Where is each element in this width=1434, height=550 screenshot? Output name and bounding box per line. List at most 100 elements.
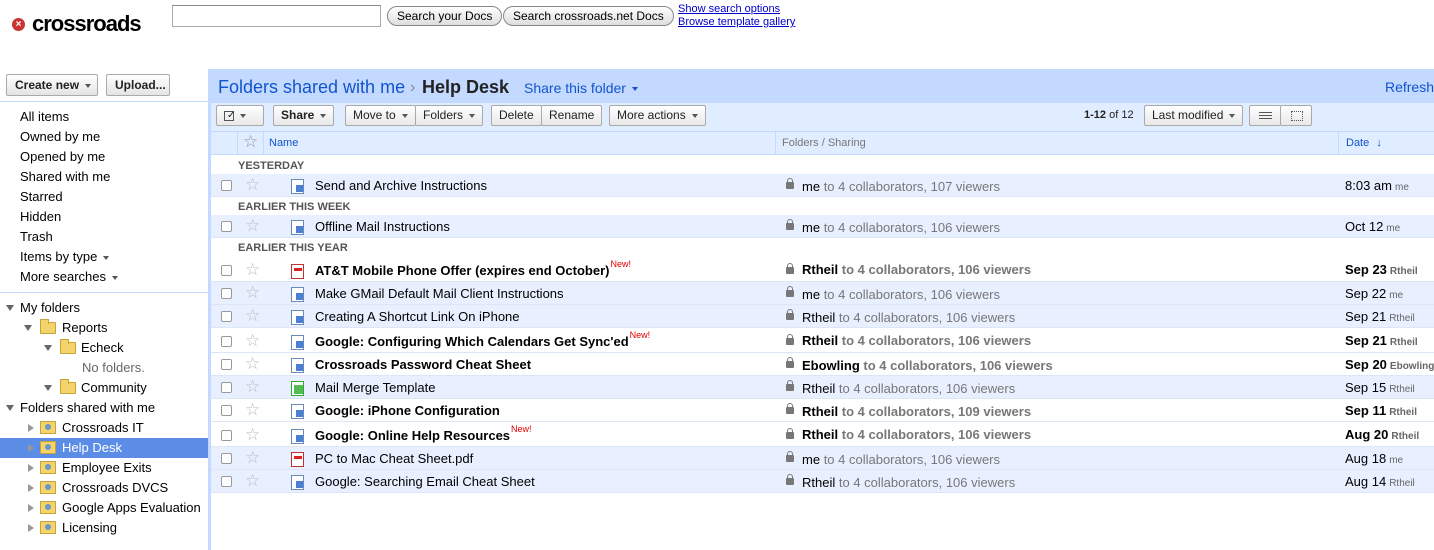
expand-triangle-icon[interactable]: [6, 405, 14, 411]
sort-order-button[interactable]: Last modified: [1144, 105, 1244, 126]
star-icon[interactable]: ☆: [245, 471, 260, 491]
tree-crossroads-it[interactable]: Crossroads IT: [62, 420, 144, 436]
row-checkbox[interactable]: [221, 359, 232, 370]
tree-my-folders[interactable]: My folders: [20, 300, 80, 316]
collapsed-triangle-icon[interactable]: [28, 444, 34, 452]
collapsed-triangle-icon[interactable]: [28, 484, 34, 492]
breadcrumb-folders-shared[interactable]: Folders shared with me: [218, 77, 405, 98]
doc-name[interactable]: Google: Online Help ResourcesNew!: [315, 424, 532, 443]
nav-owned-by-me[interactable]: Owned by me: [20, 129, 100, 145]
doc-name[interactable]: Crossroads Password Cheat Sheet: [315, 357, 531, 372]
star-icon[interactable]: ☆: [245, 354, 260, 374]
tree-crossroads-dvcs[interactable]: Crossroads DVCS: [62, 480, 168, 496]
select-menu-button[interactable]: ✓: [216, 105, 264, 126]
expand-triangle-icon[interactable]: [6, 305, 14, 311]
table-row[interactable]: ☆ Mail Merge Template Rtheil to 4 collab…: [211, 376, 1434, 399]
table-row[interactable]: ☆ Crossroads Password Cheat Sheet Ebowli…: [211, 353, 1434, 376]
doc-name[interactable]: PC to Mac Cheat Sheet.pdf: [315, 451, 473, 466]
nav-starred[interactable]: Starred: [20, 189, 63, 205]
nav-all-items[interactable]: All items: [20, 109, 69, 125]
star-column-icon[interactable]: ☆: [243, 132, 258, 152]
create-new-button[interactable]: Create new: [6, 74, 98, 96]
star-icon[interactable]: ☆: [245, 400, 260, 420]
tree-help-desk[interactable]: Help Desk: [62, 440, 122, 456]
table-row[interactable]: ☆ Offline Mail Instructions me to 4 coll…: [211, 215, 1434, 238]
grid-view-button[interactable]: [1280, 105, 1312, 126]
delete-button[interactable]: Delete: [491, 105, 542, 126]
table-row[interactable]: ☆ Send and Archive Instructions me to 4 …: [211, 174, 1434, 197]
share-button[interactable]: Share: [273, 105, 335, 126]
doc-name[interactable]: Google: Searching Email Cheat Sheet: [315, 474, 535, 489]
search-crossroads-docs-button[interactable]: Search crossroads.net Docs: [503, 6, 674, 26]
row-checkbox[interactable]: [221, 265, 232, 276]
row-checkbox[interactable]: [221, 311, 232, 322]
doc-name[interactable]: Google: iPhone Configuration: [315, 403, 500, 418]
browse-template-gallery-link[interactable]: Browse template gallery: [678, 16, 795, 28]
doc-name[interactable]: Creating A Shortcut Link On iPhone: [315, 309, 520, 324]
nav-opened-by-me[interactable]: Opened by me: [20, 149, 105, 165]
row-checkbox[interactable]: [221, 382, 232, 393]
table-row[interactable]: ☆ PC to Mac Cheat Sheet.pdf me to 4 coll…: [211, 447, 1434, 470]
table-row[interactable]: ☆ Google: Online Help ResourcesNew! Rthe…: [211, 422, 1434, 447]
doc-name[interactable]: Make GMail Default Mail Client Instructi…: [315, 286, 564, 301]
table-row[interactable]: ☆ Google: Configuring Which Calendars Ge…: [211, 328, 1434, 353]
doc-name[interactable]: AT&T Mobile Phone Offer (expires end Oct…: [315, 259, 631, 278]
column-folders-sharing[interactable]: Folders / Sharing: [782, 137, 866, 149]
nav-hidden[interactable]: Hidden: [20, 209, 61, 225]
doc-name[interactable]: Offline Mail Instructions: [315, 219, 450, 234]
collapsed-triangle-icon[interactable]: [28, 464, 34, 472]
tree-folders-shared-with-me[interactable]: Folders shared with me: [20, 400, 155, 416]
move-to-button[interactable]: Move to: [345, 105, 416, 126]
row-checkbox[interactable]: [221, 430, 232, 441]
folders-button[interactable]: Folders: [415, 105, 484, 126]
nav-items-by-type[interactable]: Items by type: [20, 249, 110, 265]
tree-employee-exits[interactable]: Employee Exits: [62, 460, 152, 476]
column-date[interactable]: Date ↓: [1346, 137, 1382, 149]
collapsed-triangle-icon[interactable]: [28, 504, 34, 512]
row-checkbox[interactable]: [221, 288, 232, 299]
more-actions-button[interactable]: More actions: [609, 105, 706, 126]
rename-button[interactable]: Rename: [541, 105, 603, 126]
doc-name[interactable]: Mail Merge Template: [315, 380, 435, 395]
table-row[interactable]: ☆ Make GMail Default Mail Client Instruc…: [211, 282, 1434, 305]
row-checkbox[interactable]: [221, 336, 232, 347]
search-your-docs-button[interactable]: Search your Docs: [387, 6, 503, 26]
star-icon[interactable]: ☆: [245, 377, 260, 397]
column-name[interactable]: Name: [269, 137, 298, 149]
search-input[interactable]: [172, 5, 381, 27]
collapsed-triangle-icon[interactable]: [28, 424, 34, 432]
nav-shared-with-me[interactable]: Shared with me: [20, 169, 110, 185]
table-row[interactable]: ☆ Google: iPhone Configuration Rtheil to…: [211, 399, 1434, 422]
star-icon[interactable]: ☆: [245, 216, 260, 236]
star-icon[interactable]: ☆: [245, 448, 260, 468]
star-icon[interactable]: ☆: [245, 331, 260, 351]
show-search-options-link[interactable]: Show search options: [678, 3, 780, 15]
row-checkbox[interactable]: [221, 476, 232, 487]
tree-community[interactable]: Community: [81, 380, 147, 396]
star-icon[interactable]: ☆: [245, 306, 260, 326]
row-checkbox[interactable]: [221, 453, 232, 464]
tree-reports[interactable]: Reports: [62, 320, 108, 336]
nav-more-searches[interactable]: More searches: [20, 269, 118, 285]
star-icon[interactable]: ☆: [245, 175, 260, 195]
refresh-link[interactable]: Refresh: [1385, 79, 1434, 95]
star-icon[interactable]: ☆: [245, 283, 260, 303]
doc-name[interactable]: Google: Configuring Which Calendars Get …: [315, 330, 650, 349]
star-icon[interactable]: ☆: [245, 425, 260, 445]
tree-google-apps-evaluation[interactable]: Google Apps Evaluation: [62, 500, 201, 516]
tree-echeck[interactable]: Echeck: [81, 340, 124, 356]
upload-button[interactable]: Upload...: [106, 74, 170, 96]
table-row[interactable]: ☆ Creating A Shortcut Link On iPhone Rth…: [211, 305, 1434, 328]
expand-triangle-icon[interactable]: [24, 325, 32, 331]
doc-name[interactable]: Send and Archive Instructions: [315, 178, 487, 193]
row-checkbox[interactable]: [221, 180, 232, 191]
table-row[interactable]: ☆ AT&T Mobile Phone Offer (expires end O…: [211, 257, 1434, 282]
list-view-button[interactable]: [1249, 105, 1281, 126]
star-icon[interactable]: ☆: [245, 260, 260, 280]
nav-trash[interactable]: Trash: [20, 229, 53, 245]
expand-triangle-icon[interactable]: [44, 385, 52, 391]
table-row[interactable]: ☆ Google: Searching Email Cheat Sheet Rt…: [211, 470, 1434, 493]
collapsed-triangle-icon[interactable]: [28, 524, 34, 532]
expand-triangle-icon[interactable]: [44, 345, 52, 351]
row-checkbox[interactable]: [221, 221, 232, 232]
